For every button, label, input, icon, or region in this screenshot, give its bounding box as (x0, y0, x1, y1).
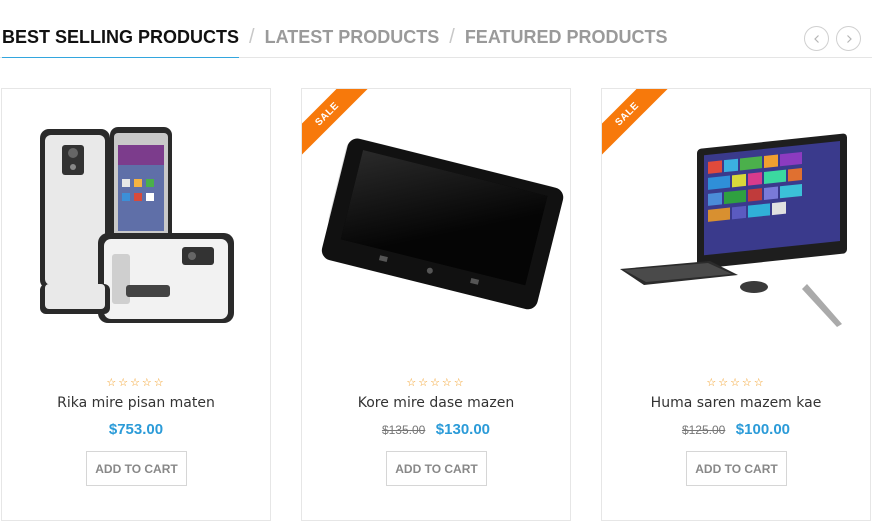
add-to-cart-button[interactable]: ADD TO CART (386, 451, 487, 486)
product-old-price: $135.00 (381, 423, 426, 437)
price-row: $135.00 $130.00 (302, 421, 570, 439)
add-to-cart-button[interactable]: ADD TO CART (86, 451, 187, 486)
product-image[interactable] (2, 89, 270, 369)
carousel-next-button[interactable] (836, 26, 861, 51)
product-name[interactable]: Rika mire pisan maten (2, 395, 270, 411)
tab-list: BEST SELLING PRODUCTS / LATEST PRODUCTS … (2, 26, 668, 58)
product-old-price: $125.00 (681, 423, 726, 437)
carousel-prev-button[interactable] (804, 26, 829, 51)
product-card[interactable]: ☆☆☆☆☆ Rika mire pisan maten $753.00 ADD … (1, 88, 271, 521)
add-to-cart-button[interactable]: ADD TO CART (686, 451, 787, 486)
tab-separator: / (249, 26, 255, 48)
product-price: $130.00 (435, 421, 491, 438)
product-price: $753.00 (108, 421, 164, 438)
rating-stars: ☆☆☆☆☆ (406, 377, 466, 389)
chevron-right-icon (846, 34, 852, 43)
product-image[interactable] (602, 89, 870, 369)
chevron-left-icon (813, 34, 819, 43)
product-name[interactable]: Kore mire dase mazen (302, 395, 570, 411)
product-image[interactable] (302, 89, 570, 369)
product-tabs-bar: BEST SELLING PRODUCTS / LATEST PRODUCTS … (0, 0, 872, 58)
price-row: $753.00 (2, 421, 270, 439)
rating-stars: ☆☆☆☆☆ (106, 377, 166, 389)
product-card[interactable]: SALE ☆☆☆☆☆ Kore mire dase mazen $135.00 … (301, 88, 571, 521)
product-name[interactable]: Huma saren mazem kae (602, 395, 870, 411)
tab-best-selling[interactable]: BEST SELLING PRODUCTS (2, 27, 240, 58)
price-row: $125.00 $100.00 (602, 421, 870, 439)
rating-stars: ☆☆☆☆☆ (706, 377, 766, 389)
tab-latest[interactable]: LATEST PRODUCTS (265, 27, 440, 48)
tab-featured[interactable]: FEATURED PRODUCTS (465, 27, 668, 48)
product-price: $100.00 (735, 421, 791, 438)
product-card[interactable]: SALE ☆☆☆☆☆ Huma saren mazem kae $125.00 … (601, 88, 871, 521)
tab-separator: / (449, 26, 455, 48)
